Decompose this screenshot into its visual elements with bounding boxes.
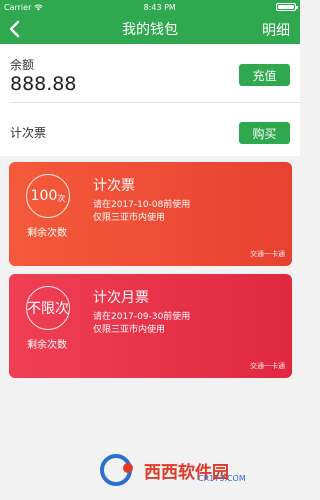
status-bar: Carrier 8:43 PM <box>0 0 300 14</box>
status-right <box>276 3 298 11</box>
count-value: 100 <box>30 188 58 204</box>
count-value: 不限次 <box>27 301 69 317</box>
count-badge: 不限次 <box>26 286 70 330</box>
page-title: 我的钱包 <box>122 22 178 38</box>
card-scope: 仅限三亚市内使用 <box>93 213 166 223</box>
ticket-card[interactable]: 100 次 剩余次数 计次票 请在2017-10-08前使用 仅限三亚市内使用 … <box>9 162 292 266</box>
remain-label: 剩余次数 <box>27 340 67 351</box>
ticket-label: 计次票 <box>10 126 47 140</box>
remain-label: 剩余次数 <box>27 228 67 239</box>
carrier-label: Carrier <box>4 2 32 12</box>
card-expiry: 请在2017-09-30前使用 <box>93 312 191 322</box>
count-badge: 100 次 <box>26 174 70 218</box>
divider <box>10 102 300 103</box>
card-issuer: 交通一卡通 <box>250 362 285 370</box>
balance-value: 888.88 <box>10 73 77 95</box>
balance-label: 余额 <box>10 58 35 72</box>
chevron-left-icon[interactable] <box>7 20 23 38</box>
nav-bar: 我的钱包 明细 <box>0 14 300 44</box>
wifi-icon <box>34 4 44 10</box>
card-name: 计次月票 <box>93 290 149 306</box>
ticket-card[interactable]: 不限次 剩余次数 计次月票 请在2017-09-30前使用 仅限三亚市内使用 交… <box>9 274 292 378</box>
count-unit: 次 <box>57 193 66 203</box>
card-scope: 仅限三亚市内使用 <box>93 325 166 335</box>
status-left: Carrier <box>4 2 44 12</box>
card-issuer: 交通一卡通 <box>250 250 285 258</box>
watermark-url: CR173.COM <box>198 474 246 483</box>
watermark-logo-icon <box>100 454 133 486</box>
card-name: 计次票 <box>93 178 135 194</box>
detail-button[interactable]: 明细 <box>262 20 290 40</box>
recharge-button[interactable]: 充值 <box>239 64 290 86</box>
buy-button[interactable]: 购买 <box>239 122 290 144</box>
wallet-panel: 余额 888.88 充值 计次票 购买 <box>0 44 300 156</box>
card-expiry: 请在2017-10-08前使用 <box>93 200 191 210</box>
watermark: 西西软件园 CR173.COM <box>98 450 288 490</box>
status-time: 8:43 PM <box>143 2 176 12</box>
battery-icon <box>276 3 298 11</box>
